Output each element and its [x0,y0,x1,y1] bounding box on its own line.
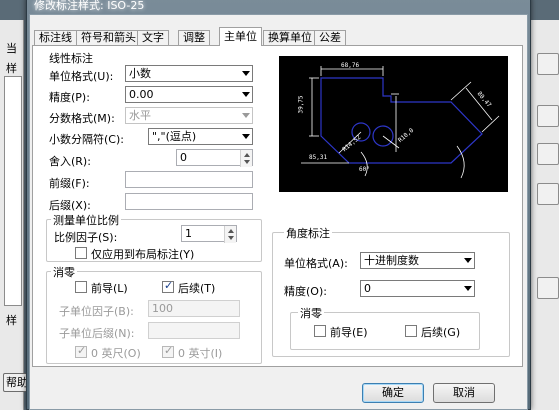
zero-feet-label: 0 英尺(O) [91,347,141,360]
tab-text[interactable]: 文字 [137,30,169,46]
chevron-down-icon [464,258,472,263]
background-label: 样 [6,314,17,327]
preview-dim-angle: 60° [359,166,370,173]
background-left-pane: 当 样 样 [0,20,24,410]
angular-zero-title: 消零 [298,305,324,321]
tab-dimension-lines[interactable]: 标注线 [34,30,77,46]
scale-factor-label: 比例因子(S): [54,231,118,244]
leading-zero-label: 前导(L) [91,282,128,295]
zero-suppression-title: 消零 [51,264,77,280]
angular-leading-checkbox[interactable] [314,325,326,337]
zero-inch-checkbox[interactable] [162,344,174,358]
layout-only-checkbox[interactable] [75,247,87,259]
precision-label: 精度(P): [49,91,90,104]
fraction-format-value: 水平 [129,109,151,122]
prefix-input[interactable] [125,171,253,188]
round-off-input[interactable]: 0 [176,149,253,167]
sub-unit-factor-input[interactable]: 100 [148,300,240,317]
chevron-down-icon [242,134,250,139]
tab-symbols-arrows[interactable]: 符号和箭头 [76,30,141,46]
preview-drawing [301,66,500,179]
angular-leading-label: 前导(E) [330,326,368,339]
decimal-separator-label: 小数分隔符(C): [49,133,124,146]
precision-value: 0.00 [129,88,154,101]
background-right-pane [530,20,559,410]
angular-precision-value: 0 [364,282,371,295]
chevron-down-icon [242,71,250,76]
prefix-label: 前缀(F): [49,177,90,190]
ok-button[interactable]: 确定 [362,383,424,403]
background-button [537,183,559,205]
unit-format-label: 单位格式(U): [49,70,114,83]
tab-fit[interactable]: 调整 [178,30,210,46]
sub-unit-suffix-label: 子单位后缀(N): [59,327,135,340]
background-button [537,105,559,127]
dimension-preview: 68,76 39,75 80,47 85,31 R14,52 R10,0 60° [279,56,508,192]
dialog-title: 修改标注样式: ISO-25 [34,0,145,12]
preview-dim-top: 68,76 [341,62,360,69]
chevron-down-icon [242,113,250,118]
background-button [537,53,559,75]
sub-unit-suffix-input[interactable] [148,322,240,339]
spinner-icon[interactable] [224,226,236,243]
fraction-format-select[interactable]: 水平 [125,107,253,124]
round-off-label: 舍入(R): [49,155,91,168]
precision-select[interactable]: 0.00 [125,86,253,103]
background-label: 当 [6,42,17,55]
background-button [537,143,559,165]
angular-unit-format-value: 十进制度数 [364,254,419,267]
preview-dim-bottom: 85,31 [309,154,328,161]
decimal-separator-value: ","(逗点) [152,130,197,143]
trailing-zero-checkbox[interactable] [162,279,174,293]
suffix-input[interactable] [125,193,253,210]
suffix-label-text: 后缀(X): [49,199,91,212]
angular-unit-format-label: 单位格式(A): [284,257,348,270]
zero-inch-label: 0 英寸(I) [178,347,223,360]
linear-group-title: 线性标注 [49,52,93,65]
tab-tolerances[interactable]: 公差 [314,30,346,46]
angular-unit-format-select[interactable]: 十进制度数 [360,252,475,269]
background-button [537,277,559,299]
angular-trailing-checkbox[interactable] [405,325,417,337]
sub-unit-factor-label: 子单位因子(B): [59,305,134,318]
scale-factor-value: 1 [185,227,192,240]
angular-group-title: 角度标注 [284,225,332,241]
chevron-down-icon [242,92,250,97]
leading-zero-checkbox[interactable] [75,281,87,293]
tab-alternate-units[interactable]: 换算单位 [263,30,317,46]
decimal-separator-select[interactable]: ","(逗点) [148,128,253,145]
scale-group-title: 测量单位比例 [51,212,121,228]
angular-trailing-label: 后续(G) [421,326,461,339]
unit-format-select[interactable]: 小数 [125,65,253,82]
angular-precision-label: 精度(O): [284,285,327,298]
tab-primary-units[interactable]: 主单位 [219,27,262,46]
background-list [4,76,22,306]
cancel-button[interactable]: 取消 [433,383,495,403]
scale-factor-input[interactable]: 1 [181,225,237,243]
unit-format-value: 小数 [129,67,151,80]
preview-dimensions [301,66,500,179]
round-off-value: 0 [180,151,187,164]
background-label: 样 [6,62,17,75]
trailing-zero-label: 后续(T) [178,282,216,295]
chevron-down-icon [464,286,472,291]
spinner-icon[interactable] [240,150,252,167]
fraction-format-label: 分数格式(M): [49,112,115,125]
zero-feet-checkbox[interactable] [75,344,87,358]
angular-precision-select[interactable]: 0 [360,280,475,297]
layout-only-label: 仅应用到布局标注(Y) [91,248,195,261]
preview-dim-left: 39,75 [297,95,305,114]
